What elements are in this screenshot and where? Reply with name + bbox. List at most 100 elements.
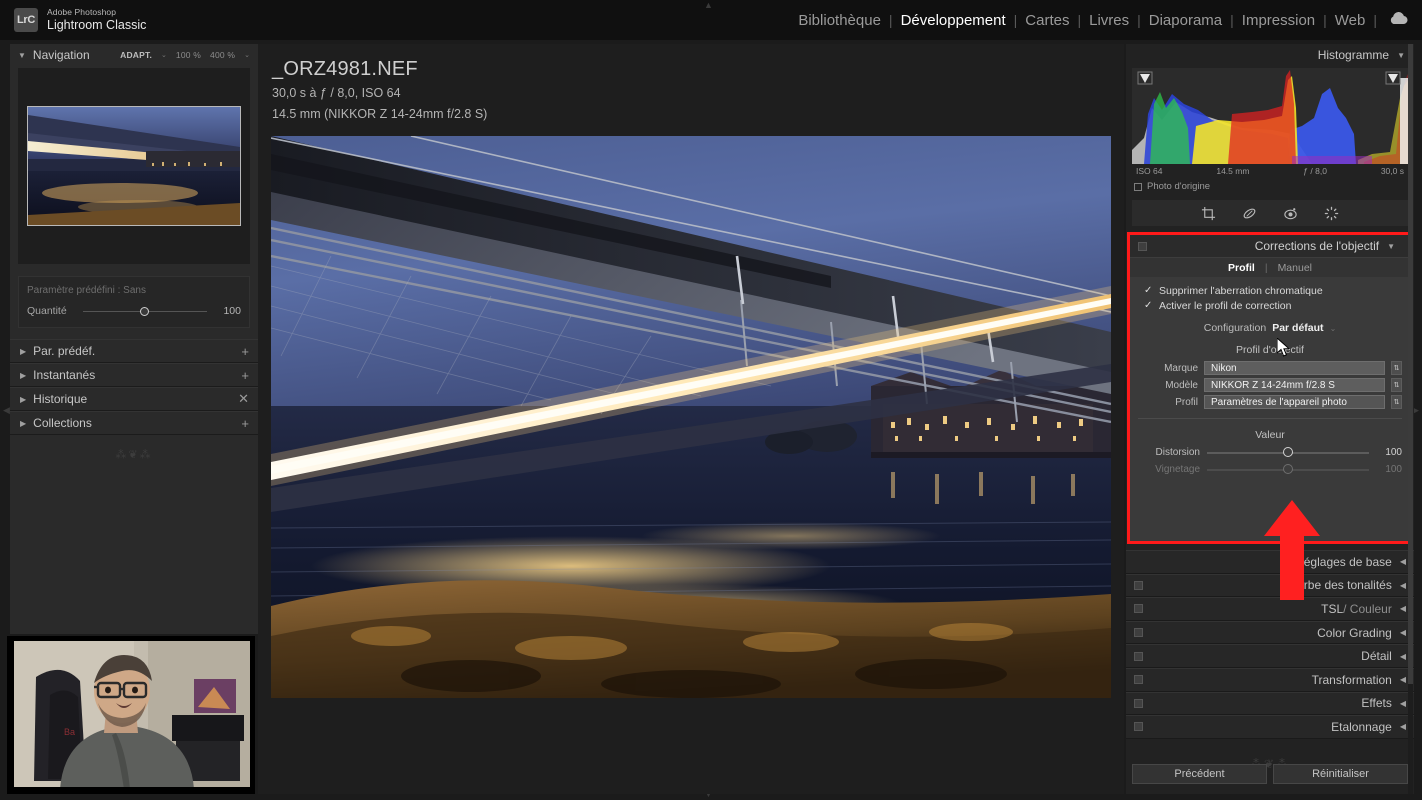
clear-history-icon[interactable]: ✕ — [238, 391, 249, 407]
module-developpement[interactable]: Développement — [893, 12, 1014, 29]
navigator-preview-box[interactable] — [18, 68, 250, 264]
section-color-grading[interactable]: Color Grading ◀ — [1126, 620, 1414, 645]
lens-brand-select[interactable]: Nikon — [1204, 361, 1385, 375]
zoom-fit-label[interactable]: ADAPT. — [120, 50, 152, 60]
vignetting-slider-row: Vignetage 100 — [1138, 464, 1402, 475]
zoom-more-caret-icon[interactable]: ⌄ — [244, 51, 250, 59]
zoom-100-label[interactable]: 100 % — [176, 50, 201, 60]
configuration-value[interactable]: Par défaut — [1272, 322, 1323, 334]
histogram-aperture[interactable]: ƒ / 8,0 — [1303, 166, 1327, 176]
checkbox-icon[interactable] — [1134, 182, 1142, 191]
enable-profile-correction-checkbox[interactable]: ✓ Activer le profil de correction — [1138, 298, 1402, 313]
distortion-value[interactable]: 100 — [1376, 447, 1402, 458]
tab-manuel[interactable]: Manuel — [1278, 262, 1312, 274]
configuration-dropdown-icon[interactable]: ⌄ — [1330, 324, 1337, 333]
chevron-left-icon: ◀ — [1399, 722, 1406, 732]
histogram-iso[interactable]: ISO 64 — [1136, 166, 1162, 176]
panel-enable-switch[interactable] — [1134, 675, 1143, 685]
right-panel-scrollbar[interactable] — [1408, 44, 1413, 794]
preset-amount-slider[interactable] — [83, 306, 207, 316]
module-separator: | — [1373, 12, 1377, 28]
checkmark-icon: ✓ — [1144, 300, 1153, 311]
histogram-focal[interactable]: 14.5 mm — [1216, 166, 1249, 176]
photo-preview[interactable] — [271, 136, 1111, 698]
lightroom-window: LrC Adobe Photoshop Lightroom Classic Bi… — [0, 0, 1422, 800]
lens-profile-stepper-icon[interactable]: ⇅ — [1391, 395, 1402, 409]
zoom-fit-caret-icon[interactable]: ⌄ — [161, 51, 167, 59]
brand-suite-label: Adobe Photoshop — [47, 6, 117, 17]
add-snapshot-icon[interactable]: + — [241, 368, 249, 383]
chevron-right-icon: ▶ — [20, 418, 27, 428]
section-etalonnage[interactable]: Etalonnage ◀ — [1126, 715, 1414, 739]
scrollbar-thumb[interactable] — [1408, 44, 1413, 684]
chevron-down-icon[interactable]: ▼ — [1387, 242, 1395, 251]
section-effets[interactable]: Effets ◀ — [1126, 691, 1414, 716]
collapse-top-panel-arrow[interactable]: ▲ — [704, 1, 713, 10]
chevron-left-icon: ◀ — [1399, 628, 1406, 638]
reset-button[interactable]: Réinitialiser — [1273, 764, 1408, 784]
sidebar-item-history[interactable]: ▶ Historique ✕ — [10, 387, 258, 411]
add-preset-icon[interactable]: + — [241, 344, 249, 359]
lens-model-select[interactable]: NIKKOR Z 14-24mm f/2.8 S — [1204, 378, 1385, 392]
previous-button[interactable]: Précédent — [1132, 764, 1267, 784]
svg-text:Ba: Ba — [64, 727, 75, 737]
original-photo-toggle[interactable]: Photo d'origine — [1126, 176, 1414, 192]
lens-corrections-header[interactable]: Corrections de l'objectif ▼ — [1130, 235, 1410, 257]
lens-profile-label: Profil — [1175, 396, 1198, 408]
cloud-sync-icon[interactable] — [1389, 11, 1408, 29]
masking-tool-icon[interactable] — [1324, 206, 1339, 221]
lens-corrections-title: Corrections de l'objectif — [1254, 239, 1380, 253]
vignetting-value[interactable]: 100 — [1376, 464, 1402, 475]
healing-brush-tool-icon[interactable] — [1242, 206, 1257, 221]
develop-tool-strip — [1132, 200, 1408, 226]
section-divider — [1138, 418, 1402, 419]
panel-enable-switch[interactable] — [1134, 722, 1143, 732]
histogram-shutter[interactable]: 30,0 s — [1381, 166, 1404, 176]
sidebar-item-snapshots[interactable]: ▶ Instantanés + — [10, 363, 258, 387]
sidebar-item-collections[interactable]: ▶ Collections + — [10, 411, 258, 435]
slider-knob[interactable] — [1283, 464, 1293, 474]
zoom-400-label[interactable]: 400 % — [210, 50, 235, 60]
chevron-left-icon: ◀ — [1399, 698, 1406, 708]
lens-corrections-tabs: Profil | Manuel — [1130, 257, 1410, 277]
lens-corrections-panel: Corrections de l'objectif ▼ Profil | Man… — [1127, 232, 1413, 544]
lens-model-stepper-icon[interactable]: ⇅ — [1391, 378, 1402, 392]
module-livres[interactable]: Livres — [1081, 12, 1137, 29]
section-label: Color Grading — [1317, 625, 1392, 640]
histogram-header[interactable]: Histogramme ▼ — [1126, 44, 1414, 66]
crop-tool-icon[interactable] — [1201, 206, 1216, 221]
panel-enable-switch[interactable] — [1134, 628, 1143, 638]
lightroom-logo-icon: LrC — [14, 7, 38, 32]
panel-enable-switch[interactable] — [1134, 580, 1143, 590]
red-eye-tool-icon[interactable] — [1283, 206, 1298, 221]
exposure-metadata: 30,0 s à ƒ / 8,0, ISO 64 — [272, 86, 401, 100]
add-collection-icon[interactable]: + — [241, 416, 249, 431]
module-impression[interactable]: Impression — [1234, 12, 1323, 29]
panel-enable-switch[interactable] — [1134, 604, 1143, 614]
sidebar-item-presets[interactable]: ▶ Par. prédéf. + — [10, 339, 258, 363]
distortion-slider[interactable] — [1207, 447, 1369, 457]
chevron-left-icon: ◀ — [1399, 580, 1406, 590]
navigator-header[interactable]: ▼ Navigation ADAPT. ⌄ 100 % 400 % ⌄ — [10, 44, 258, 66]
histogram-graph[interactable] — [1132, 68, 1408, 164]
slider-knob[interactable] — [1283, 447, 1293, 457]
chevron-down-icon[interactable]: ▼ — [1397, 51, 1405, 60]
panel-enable-switch[interactable] — [1134, 651, 1143, 661]
module-bibliotheque[interactable]: Bibliothèque — [790, 12, 889, 29]
module-web[interactable]: Web — [1327, 12, 1374, 29]
left-panel-sections: ▶ Par. prédéf. + ▶ Instantanés + ▶ Histo… — [10, 339, 258, 435]
lens-brand-stepper-icon[interactable]: ⇅ — [1391, 361, 1402, 375]
module-diaporama[interactable]: Diaporama — [1141, 12, 1230, 29]
remove-chromatic-aberration-checkbox[interactable]: ✓ Supprimer l'aberration chromatique — [1138, 283, 1402, 298]
panel-enable-switch[interactable] — [1134, 698, 1143, 708]
lens-profile-select[interactable]: Paramètres de l'appareil photo — [1204, 395, 1385, 409]
distortion-label: Distorsion — [1155, 447, 1200, 458]
section-detail[interactable]: Détail ◀ — [1126, 644, 1414, 668]
collapse-left-panel-arrow[interactable]: ◀ — [3, 406, 10, 415]
slider-knob[interactable] — [140, 306, 150, 316]
vignetting-slider[interactable] — [1207, 464, 1369, 474]
panel-enable-switch[interactable] — [1138, 241, 1147, 251]
module-cartes[interactable]: Cartes — [1017, 12, 1077, 29]
tab-profil[interactable]: Profil — [1228, 262, 1255, 274]
section-transformation[interactable]: Transformation ◀ — [1126, 667, 1414, 692]
